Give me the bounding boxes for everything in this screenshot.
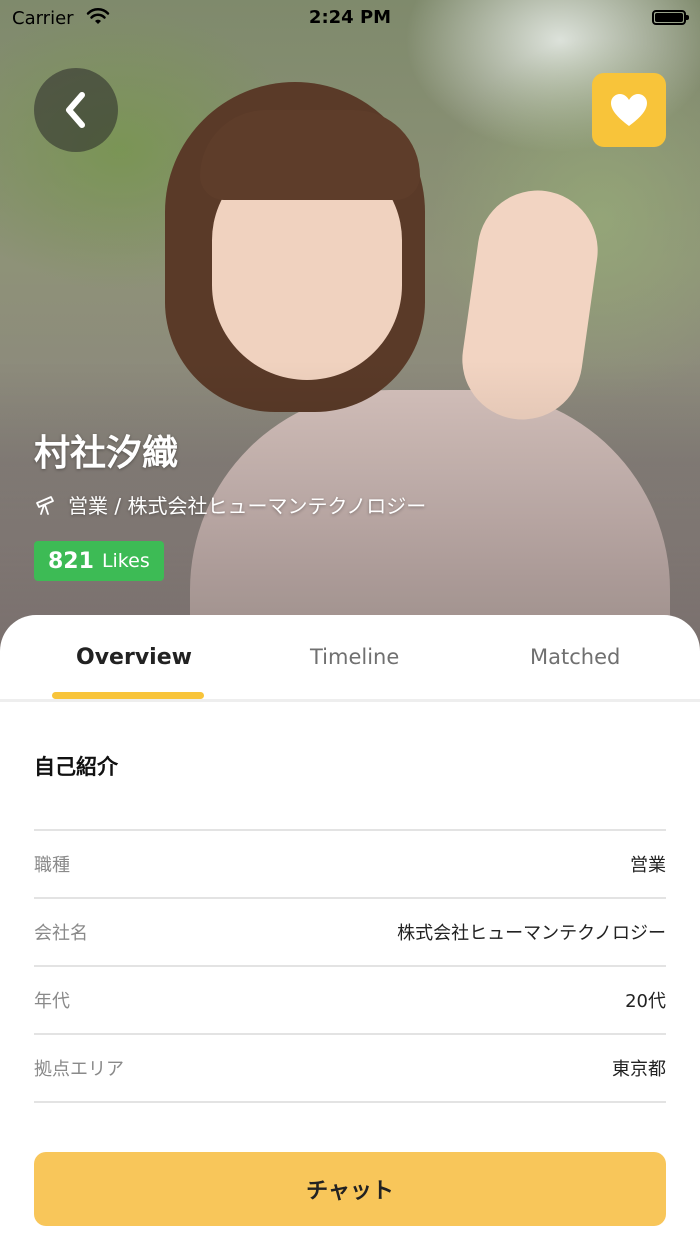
status-bar: Carrier 2:24 PM <box>0 0 700 36</box>
profile-detail-card: Overview Timeline Matched 自己紹介 職種 営業 会社名… <box>0 615 700 1244</box>
profile-job: 営業 / 株式会社ヒューマンテクノロジー <box>34 490 426 519</box>
profile-name: 村社汐織 <box>34 433 179 474</box>
info-value: 営業 <box>630 855 666 876</box>
info-key: 会社名 <box>34 923 88 944</box>
job-line: 営業 / 株式会社ヒューマンテクノロジー <box>68 494 427 518</box>
likes-badge: 821 Likes <box>34 541 164 581</box>
info-row-age: 年代 20代 <box>34 967 666 1035</box>
profile-info-list: 職種 営業 会社名 株式会社ヒューマンテクノロジー 年代 20代 拠点エリア 東… <box>34 829 666 1103</box>
clock: 2:24 PM <box>308 7 392 28</box>
tab-bar: Overview Timeline Matched <box>0 615 700 702</box>
telescope-icon <box>36 495 54 515</box>
info-row-company: 会社名 株式会社ヒューマンテクノロジー <box>34 899 666 967</box>
tab-overview[interactable]: Overview <box>76 645 192 670</box>
info-value: 株式会社ヒューマンテクノロジー <box>397 923 666 944</box>
tab-matched[interactable]: Matched <box>530 645 620 669</box>
info-key: 拠点エリア <box>34 1059 124 1080</box>
likes-label: Likes <box>101 550 150 572</box>
favorite-button[interactable] <box>592 73 666 147</box>
info-row-job-type: 職種 営業 <box>34 831 666 899</box>
info-row-area: 拠点エリア 東京都 <box>34 1035 666 1103</box>
battery-icon <box>652 10 689 25</box>
info-key: 職種 <box>34 855 70 876</box>
tab-timeline[interactable]: Timeline <box>310 645 399 669</box>
info-value: 東京都 <box>612 1059 666 1080</box>
chevron-left-icon <box>66 92 85 128</box>
likes-count: 821 <box>48 548 94 574</box>
active-tab-indicator <box>52 692 204 699</box>
info-value: 20代 <box>625 991 666 1012</box>
section-title: 自己紹介 <box>34 755 118 779</box>
chat-button[interactable]: チャット <box>34 1152 666 1226</box>
heart-icon <box>611 94 647 126</box>
info-key: 年代 <box>34 991 70 1012</box>
back-button[interactable] <box>34 68 118 152</box>
